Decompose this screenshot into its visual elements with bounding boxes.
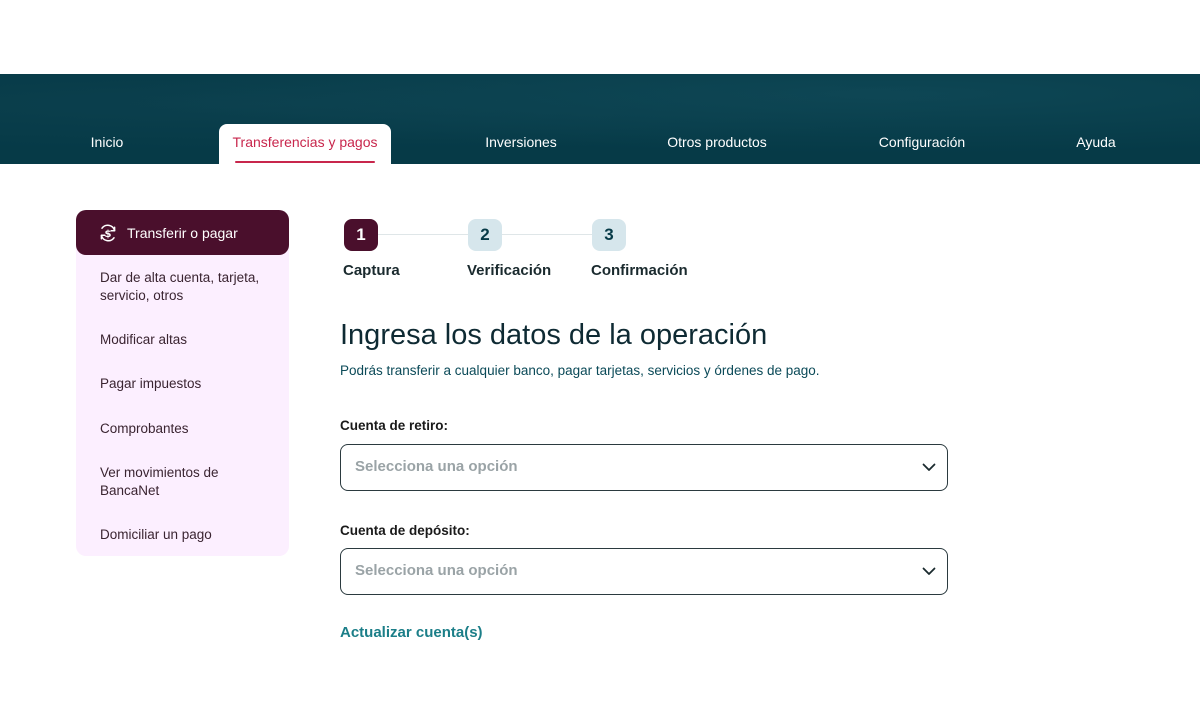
svg-text:$: $: [105, 229, 112, 240]
active-tab-underline: [235, 161, 375, 163]
nav-tab-inversiones[interactable]: Inversiones: [474, 124, 568, 164]
sidebar-item-domiciliar-pago[interactable]: Domiciliar un pago: [100, 526, 275, 544]
sidebar-item-comprobantes[interactable]: Comprobantes: [100, 420, 275, 438]
sidebar-item-transferir-o-pagar[interactable]: $ Transferir o pagar: [76, 210, 289, 255]
nav-tab-configuracion[interactable]: Configuración: [866, 124, 978, 164]
sidebar-item-ver-movimientos[interactable]: Ver movimientos de BancaNet: [100, 464, 240, 500]
deposit-account-placeholder: Selecciona una opción: [355, 562, 518, 579]
withdraw-account-select[interactable]: Selecciona una opción: [340, 444, 948, 491]
step-1-label: Captura: [343, 262, 400, 279]
step-3-indicator: 3: [592, 219, 626, 251]
nav-tab-inicio[interactable]: Inicio: [76, 124, 138, 164]
deposit-account-select[interactable]: Selecciona una opción: [340, 548, 948, 595]
stepper-connector: [502, 234, 592, 235]
step-2-label: Verificación: [467, 262, 552, 279]
nav-tab-otros-productos[interactable]: Otros productos: [654, 124, 780, 164]
deposit-account-label: Cuenta de depósito:: [340, 523, 470, 538]
step-1-indicator: 1: [344, 219, 378, 251]
page-title: Ingresa los datos de la operación: [340, 319, 768, 351]
sidebar-item-dar-de-alta[interactable]: Dar de alta cuenta, tarjeta, servicio, o…: [100, 269, 275, 305]
withdraw-account-placeholder: Selecciona una opción: [355, 458, 518, 475]
nav-tab-transferencias[interactable]: Transferencias y pagos: [219, 124, 391, 164]
sidebar-item-modificar-altas[interactable]: Modificar altas: [100, 331, 275, 349]
top-navigation: Inicio Transferencias y pagos Inversione…: [0, 74, 1200, 164]
withdraw-account-label: Cuenta de retiro:: [340, 418, 449, 433]
sidebar-item-pagar-impuestos[interactable]: Pagar impuestos: [100, 375, 275, 393]
dollar-transfer-icon: $: [100, 224, 116, 241]
step-2-indicator: 2: [468, 219, 502, 251]
chevron-down-icon: [922, 567, 936, 575]
refresh-accounts-link[interactable]: Actualizar cuenta(s): [340, 624, 483, 641]
nav-tab-label: Transferencias y pagos: [232, 134, 378, 150]
sidebar-header-label: Transferir o pagar: [127, 224, 238, 241]
sidebar: $ Transferir o pagar Dar de alta cuenta,…: [76, 210, 289, 556]
stepper-connector: [378, 234, 468, 235]
chevron-down-icon: [922, 463, 936, 471]
page-subtitle: Podrás transferir a cualquier banco, pag…: [340, 363, 820, 378]
step-3-label: Confirmación: [591, 262, 688, 279]
nav-tab-ayuda[interactable]: Ayuda: [1066, 124, 1126, 164]
